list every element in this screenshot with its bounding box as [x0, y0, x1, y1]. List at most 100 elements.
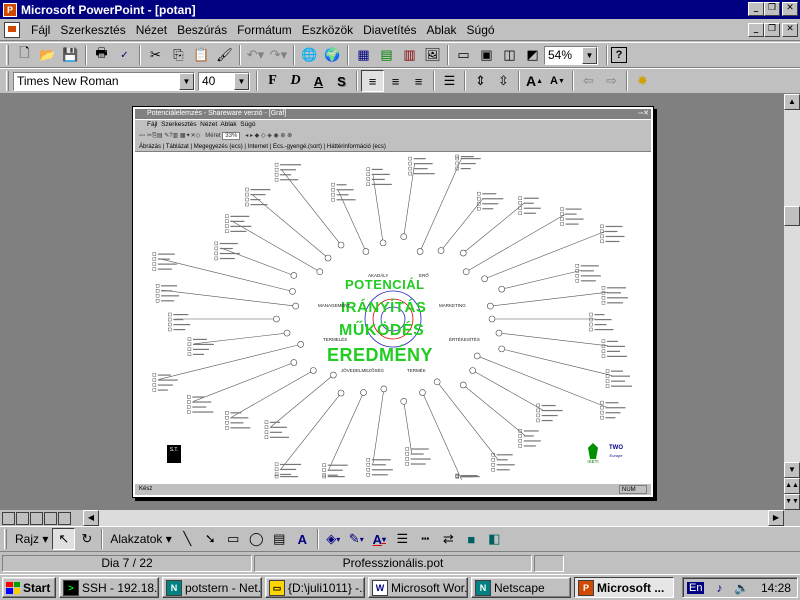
task-powerpoint[interactable]: P Microsoft ...	[574, 577, 674, 598]
menu-format[interactable]: Formátum	[232, 23, 297, 37]
spelling-icon[interactable]: ✓	[113, 44, 136, 66]
decrease-font-icon[interactable]: A ▼	[546, 70, 569, 92]
line-icon[interactable]: ╲	[176, 528, 199, 550]
task-netscape[interactable]: N Netscape	[471, 577, 571, 598]
align-left-icon[interactable]: ≡	[361, 70, 384, 92]
open-icon[interactable]: 📂	[36, 44, 59, 66]
wordart-icon[interactable]: A	[291, 528, 314, 550]
autoshapes-button[interactable]: Alakzatok ▾	[106, 532, 175, 546]
chevron-down-icon[interactable]: ▼	[582, 46, 597, 64]
slide-layout-icon[interactable]: ▣	[475, 44, 498, 66]
insert-clipart-icon[interactable]: 🖼	[421, 44, 444, 66]
next-slide-icon[interactable]: ▼▼	[784, 494, 800, 510]
scroll-left-icon[interactable]: ◀	[83, 510, 99, 526]
task-folder[interactable]: ▭ {D:\juli1011} -...	[265, 577, 365, 598]
minimize-button[interactable]: _	[748, 2, 764, 16]
black-white-view-icon[interactable]: ◩	[521, 44, 544, 66]
bullets-icon[interactable]: ☰	[438, 70, 461, 92]
shadow-button[interactable]: S	[330, 70, 353, 92]
clock[interactable]: 14:28	[761, 581, 791, 595]
select-objects-icon[interactable]: ↖	[52, 528, 76, 550]
font-name-select[interactable]: Times New Roman ▼	[13, 71, 195, 91]
menu-insert[interactable]: Beszúrás	[172, 23, 232, 37]
arrow-icon[interactable]: ➘	[199, 528, 222, 550]
task-word[interactable]: W Microsoft Wor...	[368, 577, 468, 598]
textbox-icon[interactable]: ▤	[268, 528, 291, 550]
promote-icon[interactable]: ⇦	[577, 70, 600, 92]
menu-file[interactable]: Fájl	[26, 23, 55, 37]
slide-view-icon[interactable]	[30, 511, 43, 525]
copy-icon[interactable]: ⎘	[167, 44, 190, 66]
toolbar-grip[interactable]	[4, 529, 7, 549]
hyperlink-icon[interactable]: 🌐	[298, 44, 321, 66]
slide-canvas[interactable]: Potenciálelemzés - Shareware verzió - [G…	[132, 106, 654, 498]
vertical-scrollbar[interactable]: ▲ ▼ ▲▲ ▼▼	[784, 94, 800, 510]
start-button[interactable]: Start	[2, 577, 56, 598]
menu-tools[interactable]: Eszközök	[297, 23, 358, 37]
redo-icon[interactable]: ↷▾	[267, 44, 290, 66]
chevron-down-icon[interactable]: ▼	[179, 72, 194, 90]
menu-slideshow[interactable]: Diavetítés	[358, 23, 421, 37]
insert-chart-icon[interactable]: ▥	[398, 44, 421, 66]
scroll-thumb[interactable]	[784, 206, 800, 226]
demote-icon[interactable]: ⇨	[600, 70, 623, 92]
align-right-icon[interactable]: ≡	[407, 70, 430, 92]
document-icon[interactable]	[4, 21, 20, 38]
horizontal-scrollbar[interactable]	[99, 510, 768, 526]
previous-slide-icon[interactable]: ▲▲	[784, 478, 800, 494]
new-slide-icon[interactable]: ▭	[452, 44, 475, 66]
close-button[interactable]: ✕	[782, 2, 798, 16]
doc-minimize-button[interactable]: _	[748, 23, 764, 37]
underline-button[interactable]: A	[307, 70, 330, 92]
scroll-up-icon[interactable]: ▲	[784, 94, 800, 110]
fill-color-icon[interactable]: ◈ ▾	[322, 528, 345, 550]
paste-icon[interactable]: 📋	[190, 44, 213, 66]
tray-app-icon[interactable]: ♪	[716, 581, 722, 595]
help-icon[interactable]: ?	[611, 47, 627, 63]
doc-close-button[interactable]: ✕	[782, 23, 798, 37]
zoom-select[interactable]: 54% ▼	[544, 45, 598, 65]
slide-sorter-icon[interactable]	[44, 511, 57, 525]
slideshow-view-icon[interactable]	[58, 511, 71, 525]
apply-design-icon[interactable]: ◫	[498, 44, 521, 66]
powerpoint-icon[interactable]: P	[3, 2, 17, 17]
language-indicator[interactable]: En	[687, 581, 705, 594]
new-icon[interactable]: 🗋	[13, 44, 36, 66]
print-icon[interactable]: 🖶	[90, 44, 113, 66]
animation-effects-icon[interactable]: ✸	[631, 70, 654, 92]
chevron-down-icon[interactable]: ▼	[234, 72, 249, 90]
increase-spacing-icon[interactable]: ⇕	[469, 70, 492, 92]
menu-edit[interactable]: Szerkesztés	[55, 23, 130, 37]
menu-view[interactable]: Nézet	[131, 23, 172, 37]
shadow-icon[interactable]: ■	[460, 528, 483, 550]
format-painter-icon[interactable]: 🖌	[213, 44, 236, 66]
toolbar-grip[interactable]	[6, 71, 9, 91]
italic-button[interactable]: D	[284, 70, 307, 92]
toolbar-grip[interactable]	[6, 45, 9, 65]
normal-view-icon[interactable]	[2, 511, 15, 525]
increase-font-icon[interactable]: A ▲	[523, 70, 546, 92]
arrow-style-icon[interactable]: ⇄	[437, 528, 460, 550]
insert-table-icon[interactable]: ▦	[352, 44, 375, 66]
free-rotate-icon[interactable]: ↻	[75, 528, 98, 550]
line-color-icon[interactable]: ✎ ▾	[345, 528, 368, 550]
restore-button[interactable]: ❐	[764, 2, 780, 16]
volume-icon[interactable]: 🔈	[734, 581, 749, 595]
insert-excel-icon[interactable]: ▤	[375, 44, 398, 66]
undo-icon[interactable]: ↶▾	[244, 44, 267, 66]
rectangle-icon[interactable]: ▭	[222, 528, 245, 550]
web-toolbar-icon[interactable]: 🌍	[321, 44, 344, 66]
font-color-icon[interactable]: A ▾	[368, 528, 391, 550]
font-size-select[interactable]: 40 ▼	[198, 71, 250, 91]
menu-window[interactable]: Ablak	[422, 23, 462, 37]
oval-icon[interactable]: ◯	[245, 528, 268, 550]
task-ssh[interactable]: > SSH - 192.18...	[59, 577, 159, 598]
line-style-icon[interactable]: ☰	[391, 528, 414, 550]
dash-style-icon[interactable]: ┅	[414, 528, 437, 550]
scroll-right-icon[interactable]: ▶	[768, 510, 784, 526]
align-center-icon[interactable]: ≡	[384, 70, 407, 92]
draw-menu-button[interactable]: Rajz ▾	[11, 532, 52, 546]
outline-view-icon[interactable]	[16, 511, 29, 525]
bold-button[interactable]: F	[261, 70, 284, 92]
save-icon[interactable]: 💾	[59, 44, 82, 66]
